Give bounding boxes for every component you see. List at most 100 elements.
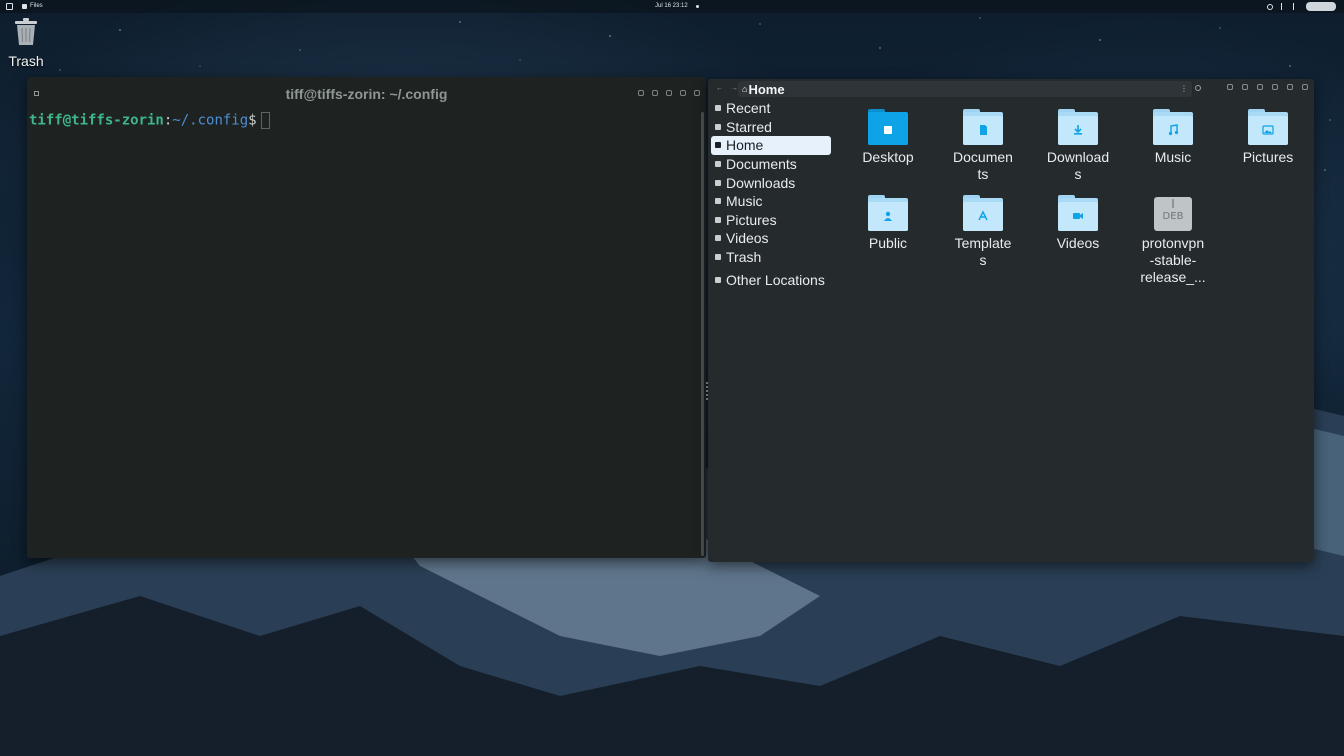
file-item-label: Public bbox=[846, 235, 930, 252]
file-label-line: Template bbox=[954, 235, 1012, 251]
files-app-icon bbox=[22, 3, 27, 9]
file-item-label: Videos bbox=[1036, 235, 1120, 252]
file-label-line: protonvpn bbox=[1141, 235, 1205, 251]
file-item-videos[interactable]: Videos bbox=[1036, 195, 1120, 252]
top-panel: Files Jul 16 23:12 bbox=[0, 0, 1344, 13]
hamburger-menu-icon[interactable] bbox=[1257, 84, 1263, 90]
sidebar-item-music[interactable]: Music bbox=[708, 192, 838, 211]
minimize-icon[interactable] bbox=[1272, 84, 1278, 90]
folder-icon bbox=[1153, 109, 1193, 145]
maximize-icon[interactable] bbox=[680, 90, 686, 96]
folder-icon bbox=[868, 195, 908, 231]
active-app-indicator[interactable]: Files bbox=[22, 3, 43, 9]
terminal-title: tiff@tiffs-zorin: ~/.config bbox=[285, 86, 448, 102]
sidebar-item-recent[interactable]: Recent bbox=[708, 99, 838, 118]
search-icon[interactable] bbox=[1195, 85, 1201, 91]
clock-icon bbox=[715, 105, 721, 112]
file-item-desktop[interactable]: Desktop bbox=[846, 109, 930, 166]
file-item-documents[interactable]: Documen ts bbox=[941, 109, 1025, 183]
file-item-pictures[interactable]: Pictures bbox=[1226, 109, 1310, 166]
terminal-window[interactable]: tiff@tiffs-zorin: ~/.config tiff@tiffs-z… bbox=[27, 77, 706, 558]
deb-package-icon: DEB bbox=[1154, 197, 1192, 231]
maximize-icon[interactable] bbox=[1287, 84, 1293, 90]
file-label-line: ts bbox=[977, 166, 989, 182]
home-icon bbox=[715, 142, 721, 149]
file-label-line: Documen bbox=[953, 149, 1013, 165]
sidebar-item-home[interactable]: Home bbox=[711, 136, 831, 155]
plus-icon bbox=[715, 276, 721, 283]
files-header-tools bbox=[1227, 84, 1308, 90]
prompt-symbol: $ bbox=[248, 112, 257, 129]
sidebar-item-documents[interactable]: Documents bbox=[708, 155, 838, 174]
places-sidebar: Recent Starred Home Documents Downloads Music… bbox=[708, 99, 838, 289]
sidebar-item-label: Trash bbox=[726, 249, 762, 266]
close-icon[interactable] bbox=[1302, 84, 1308, 90]
file-label-line: Videos bbox=[1056, 235, 1100, 251]
active-app-name: Files bbox=[30, 3, 43, 9]
sidebar-item-label: Pictures bbox=[726, 211, 777, 228]
home-icon: ⌂ bbox=[742, 84, 748, 94]
sidebar-item-trash[interactable]: Trash bbox=[708, 248, 838, 267]
navigation-buttons: ← → bbox=[716, 85, 738, 92]
search-icon[interactable] bbox=[638, 90, 644, 96]
file-label-line: release_... bbox=[1140, 269, 1206, 285]
file-item-label: protonvpn -stable-release_... bbox=[1131, 235, 1215, 286]
folder-icon bbox=[963, 109, 1003, 145]
file-label-line: Music bbox=[1154, 149, 1192, 165]
sidebar-item-label: Music bbox=[726, 193, 763, 210]
folder-icon bbox=[1058, 195, 1098, 231]
settings-tray-icon[interactable] bbox=[1267, 3, 1273, 10]
path-bar[interactable]: ⌂ Home ⋮ bbox=[738, 81, 1192, 97]
view-toggle-icon[interactable] bbox=[1227, 84, 1233, 90]
file-item-templates[interactable]: Template s bbox=[941, 195, 1025, 269]
notification-dot-icon bbox=[696, 5, 699, 8]
file-item-label: Desktop bbox=[846, 149, 930, 166]
terminal-prompt[interactable]: tiff@tiffs-zorin:~/.config$ bbox=[29, 112, 270, 129]
sidebar-item-label: Starred bbox=[726, 118, 772, 135]
clock[interactable]: Jul 16 23:12 bbox=[655, 3, 688, 9]
system-tray bbox=[1267, 2, 1336, 11]
system-status-menu[interactable] bbox=[1306, 2, 1336, 11]
terminal-titlebar[interactable]: tiff@tiffs-zorin: ~/.config bbox=[27, 77, 706, 111]
sidebar-item-videos[interactable]: Videos bbox=[708, 229, 838, 248]
path-menu-icon[interactable]: ⋮ bbox=[1180, 84, 1188, 93]
app-grid-icon[interactable] bbox=[6, 3, 13, 10]
download-icon bbox=[715, 179, 721, 186]
files-headerbar: ← → ⌂ Home ⋮ bbox=[708, 79, 1314, 99]
file-item-music[interactable]: Music bbox=[1131, 109, 1215, 166]
file-item-label: Documen ts bbox=[941, 149, 1025, 183]
forward-arrow-icon[interactable]: → bbox=[731, 85, 738, 92]
sidebar-item-label: Documents bbox=[726, 156, 797, 173]
file-item-public[interactable]: Public bbox=[846, 195, 930, 252]
trash-icon bbox=[715, 254, 721, 261]
desktop-trash[interactable]: Trash bbox=[6, 18, 46, 69]
sidebar-item-downloads[interactable]: Downloads bbox=[708, 173, 838, 192]
file-item-protonvpn-stable-release[interactable]: DEB protonvpn -stable-release_... bbox=[1131, 195, 1215, 286]
sidebar-item-starred[interactable]: Starred bbox=[708, 118, 838, 137]
close-icon[interactable] bbox=[694, 90, 700, 96]
bluetooth-icon[interactable] bbox=[1281, 3, 1285, 10]
view-options-chevron-icon[interactable] bbox=[1242, 84, 1248, 90]
back-arrow-icon[interactable]: ← bbox=[716, 85, 723, 92]
file-item-label: Template s bbox=[941, 235, 1025, 269]
music-icon bbox=[715, 198, 721, 205]
folder-icon bbox=[868, 109, 908, 145]
sidebar-item-pictures[interactable]: Pictures bbox=[708, 211, 838, 230]
minimize-icon[interactable] bbox=[666, 90, 672, 96]
menu-icon[interactable] bbox=[652, 90, 658, 96]
file-item-downloads[interactable]: Download s bbox=[1036, 109, 1120, 183]
sidebar-item-label: Recent bbox=[726, 100, 771, 117]
file-item-label: Pictures bbox=[1226, 149, 1310, 166]
file-label-line: Desktop bbox=[862, 149, 914, 165]
breadcrumb-current[interactable]: Home bbox=[748, 82, 784, 97]
sidebar-item-label: Downloads bbox=[726, 174, 796, 191]
terminal-scrollbar[interactable] bbox=[701, 112, 704, 556]
prompt-user: tiff@tiffs-zorin bbox=[29, 112, 164, 129]
sidebar-item-label: Videos bbox=[726, 230, 769, 247]
file-label-line: -stable- bbox=[1149, 252, 1197, 268]
files-window[interactable]: ← → ⌂ Home ⋮ Recent Starred Home Documents D… bbox=[708, 79, 1314, 562]
sidebar-item-other-locations[interactable]: Other Locations bbox=[708, 270, 838, 289]
folder-icon bbox=[963, 195, 1003, 231]
trash-icon bbox=[15, 18, 37, 45]
power-sound-network-icon[interactable] bbox=[1293, 3, 1298, 10]
